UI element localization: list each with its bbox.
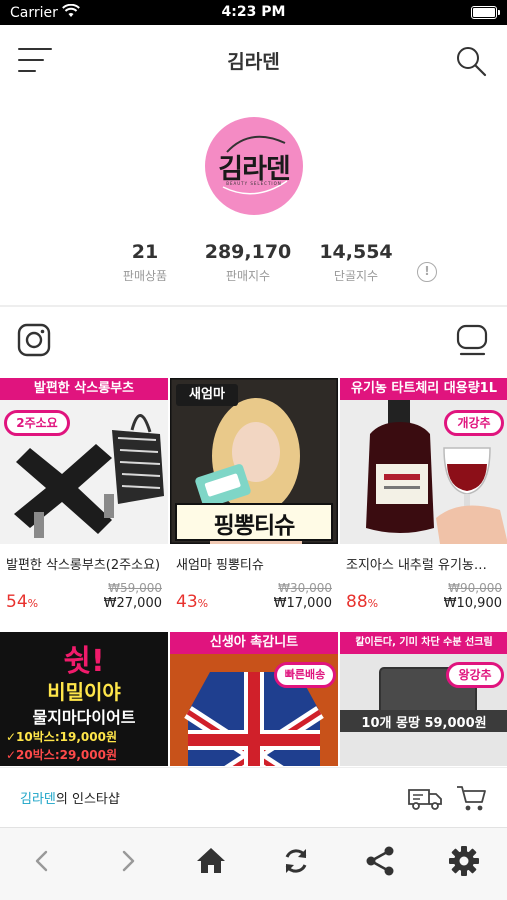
product-sticker: 왕강추 — [446, 662, 504, 688]
stat-label: 판매지수 — [225, 269, 271, 283]
info-icon[interactable]: ! — [417, 262, 437, 282]
product-card[interactable]: 새엄마 핑뽕티슈 새엄마 핑뽕티슈 43% ₩30,000 ₩17,000 — [170, 378, 338, 630]
discount-value: 88 — [346, 592, 368, 612]
percent-symbol: % — [197, 597, 209, 610]
product-headline-3: 물지마다이어트 — [32, 708, 136, 727]
product-name[interactable]: 발편한 삭스롱부츠(2주소요) — [6, 554, 164, 573]
stat-sales: 289,170 판매지수 — [193, 241, 303, 284]
product-card[interactable]: 유기농 타트체리 대용량1L 개강추 조지아스 내추럴 유기농… 88% ₩90… — [340, 378, 507, 630]
logo-subtitle: BEAUTY SELECTION — [226, 181, 282, 186]
product-banner: 유기농 타트체리 대용량1L — [340, 378, 507, 400]
product-name[interactable]: 새엄마 핑뽕티슈 — [176, 554, 334, 573]
share-icon[interactable] — [363, 844, 397, 878]
product-overlay-text: 10개 몽땅 59,000원 — [361, 716, 487, 731]
product-headline: 쉿! — [63, 644, 105, 679]
product-sticker: 2주소요 — [4, 410, 70, 436]
discount-rate: 54% — [6, 592, 38, 612]
status-bar: Carrier 4:23 PM — [0, 0, 507, 25]
product-image[interactable]: 새엄마 핑뽕티슈 — [170, 378, 338, 544]
instagram-icon[interactable] — [17, 323, 51, 357]
product-name[interactable]: 조지아스 내추럴 유기농… — [346, 554, 504, 573]
shop-profile: 김라덴 BEAUTY SELECTION 21 판매상품 289,170 판매지… — [0, 95, 507, 305]
product-image[interactable]: 쉿! 비밀이야 물지마다이어트 ✓10박스:19,000원 ✓20박스:29,0… — [0, 632, 168, 766]
product-offer-line: ✓20박스:29,000원 — [6, 748, 117, 762]
product-card[interactable]: 신생아 촉감니트 빠른배송 — [170, 632, 338, 766]
percent-symbol: % — [27, 597, 39, 610]
product-image[interactable]: 유기농 타트체리 대용량1L 개강추 — [340, 378, 507, 544]
social-row — [0, 307, 507, 375]
product-banner: 발편한 삭스롱부츠 — [0, 378, 168, 400]
home-icon[interactable] — [194, 844, 228, 878]
stat-value: 14,554 — [319, 241, 393, 263]
original-price: ₩30,000 — [278, 581, 332, 595]
shop-name[interactable]: 김라덴의 인스타샵 — [20, 788, 120, 807]
product-sticker: 빠른배송 — [274, 662, 336, 688]
product-grid: 발편한 삭스롱부츠 2주소요 발편한 삭스롱부츠(2주소요) 54% ₩59,0… — [0, 378, 507, 766]
product-banner: 새엄마 — [176, 384, 238, 406]
discount-rate: 43% — [176, 592, 208, 612]
back-icon[interactable] — [26, 844, 60, 878]
refresh-icon[interactable] — [279, 844, 313, 878]
sale-price: ₩17,000 — [273, 596, 332, 611]
bottom-nav — [0, 827, 507, 900]
product-card[interactable]: 칼이든다, 기미 차단 수분 선크림 왕강추 10개 몽땅 59,000원 — [340, 632, 507, 766]
product-image[interactable]: 신생아 촉감니트 빠른배송 — [170, 632, 338, 766]
product-banner: 신생아 촉감니트 — [170, 632, 338, 654]
product-card[interactable]: 쉿! 비밀이야 물지마다이어트 ✓10박스:19,000원 ✓20박스:29,0… — [0, 632, 168, 766]
cart-icon[interactable] — [455, 783, 487, 813]
shop-logo: 김라덴 BEAUTY SELECTION — [205, 117, 303, 215]
sale-price: ₩27,000 — [103, 596, 162, 611]
discount-value: 43 — [176, 592, 198, 612]
product-overlay-text: 핑뽕티슈 — [213, 513, 296, 539]
product-banner: 칼이든다, 기미 차단 수분 선크림 — [340, 632, 507, 654]
discount-value: 54 — [6, 592, 28, 612]
discount-rate: 88% — [346, 592, 378, 612]
original-price: ₩90,000 — [448, 581, 502, 595]
stat-regulars: 14,554 단골지수 — [301, 241, 411, 284]
clock: 4:23 PM — [221, 4, 286, 20]
settings-gear-icon[interactable] — [447, 844, 481, 878]
app-header: 김라덴 — [0, 25, 507, 95]
stat-label: 단골지수 — [333, 269, 379, 283]
stat-label: 판매상품 — [122, 269, 168, 283]
search-icon[interactable] — [455, 45, 489, 79]
product-sticker: 개강추 — [444, 410, 504, 436]
product-headline-2: 비밀이야 — [47, 680, 121, 704]
page-title: 김라덴 — [227, 51, 280, 73]
shop-name-rest: 의 인스타샵 — [55, 792, 120, 807]
stat-products: 21 판매상품 — [90, 241, 200, 284]
product-offer-line: ✓10박스:19,000원 — [6, 730, 117, 744]
delivery-truck-icon[interactable] — [407, 784, 443, 812]
stat-value: 289,170 — [204, 241, 292, 263]
battery-icon — [471, 6, 500, 19]
percent-symbol: % — [367, 597, 379, 610]
chat-icon[interactable] — [455, 323, 489, 357]
shop-name-accent: 김라덴 — [20, 792, 56, 807]
original-price: ₩59,000 — [108, 581, 162, 595]
forward-icon[interactable] — [110, 844, 144, 878]
product-image[interactable]: 칼이든다, 기미 차단 수분 선크림 왕강추 10개 몽땅 59,000원 — [340, 632, 507, 766]
product-card[interactable]: 발편한 삭스롱부츠 2주소요 발편한 삭스롱부츠(2주소요) 54% ₩59,0… — [0, 378, 168, 630]
product-image[interactable]: 발편한 삭스롱부츠 2주소요 — [0, 378, 168, 544]
shop-bar: 김라덴의 인스타샵 — [0, 767, 507, 827]
stat-value: 21 — [131, 241, 159, 263]
sale-price: ₩10,900 — [443, 596, 502, 611]
